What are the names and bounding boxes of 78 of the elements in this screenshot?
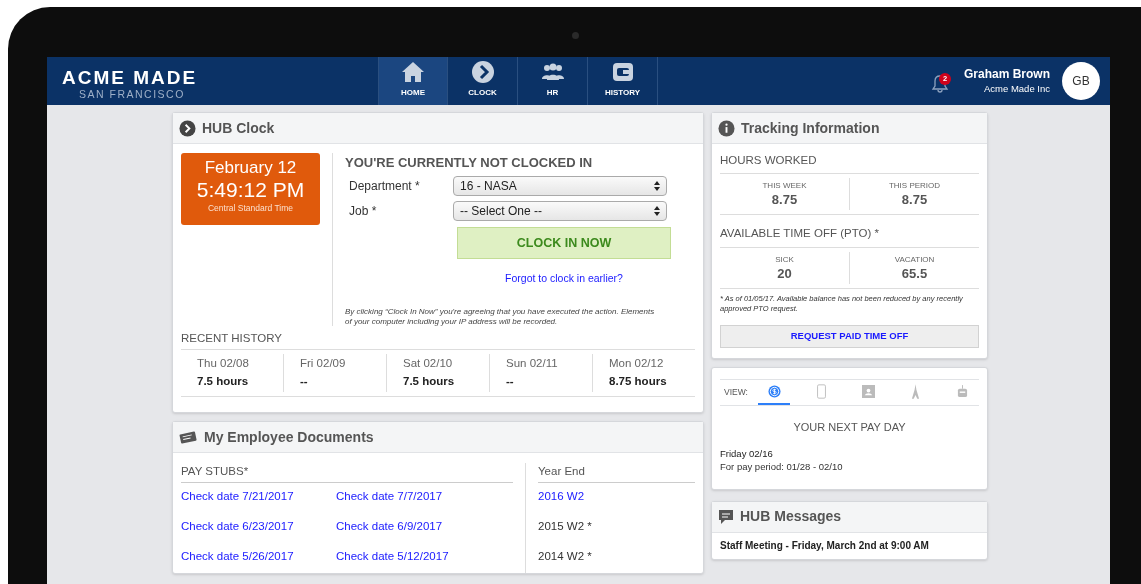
clock-status-heading: YOU'RE CURRENTLY NOT CLOCKED IN [345,154,594,171]
updown-caret-icon [654,181,660,191]
panel-title: HUB Messages [740,507,842,526]
pay-stub-link[interactable]: Check date 6/23/2017 [181,517,336,534]
pay-day-heading: YOUR NEXT PAY DAY [792,419,907,435]
clock-date: February 12 [204,157,297,178]
panel-title: My Employee Documents [204,427,374,447]
view-label: VIEW: [723,385,749,399]
dollar-coin-icon [767,384,781,398]
info-icon [718,119,735,137]
brand-subtitle: SAN FRANCISCO [78,88,186,100]
history-day: Mon 02/12 [609,355,695,372]
section-heading: HOURS WORKED [720,152,979,175]
history-hours: -- [506,374,515,390]
speech-bubble-icon [718,508,734,525]
clock-time: 5:49:12 PM [196,178,305,202]
user-avatar[interactable]: GB [1062,62,1100,100]
tower-icon [911,383,921,399]
nav-tab[interactable]: CLOCK [448,57,518,105]
stat-value: 8.75 [901,192,928,209]
stat-value: 8.75 [771,192,798,209]
wallet-icon [610,60,635,84]
w2-item: 2014 W2 * [538,548,592,564]
robot-icon [957,384,969,398]
panel-title: Tracking Information [741,118,880,138]
panel-title: HUB Clock [202,118,275,138]
history-day: Sat 02/10 [403,355,489,372]
request-pto-button[interactable]: REQUEST PAID TIME OFF [720,324,979,348]
stat-label: VACATION [894,253,935,266]
chevron-circle-icon [470,60,495,84]
forgot-clock-in-link[interactable]: Forgot to clock in earlier? [505,272,623,284]
bell-icon [930,74,950,94]
ticket-icon [179,430,198,444]
contact-card-icon [861,384,875,398]
pay-stub-link[interactable]: Check date 7/7/2017 [336,487,513,504]
nav-tab[interactable]: HISTORY [588,57,658,105]
field-label: Department * [348,178,421,195]
pay-stub-link[interactable]: Check date 5/12/2017 [336,547,513,564]
stat-label: SICK [775,253,794,266]
updown-caret-icon [654,206,660,216]
section-heading: RECENT HISTORY [181,330,695,351]
pay-stub-link[interactable]: Check date 7/21/2017 [181,487,336,504]
clock-in-button[interactable]: CLOCK IN NOW [457,227,671,259]
camera-icon [572,32,579,39]
select-field[interactable]: -- Select One -- [453,201,667,221]
history-hours: 7.5 hours [403,374,456,390]
chevron-circle-icon [179,119,196,137]
section-heading: PAY STUBS* [181,463,513,483]
w2-link[interactable]: 2016 W2 [538,487,585,504]
user-name: Graham Brown [964,67,1050,82]
stat-value: 65.5 [901,265,928,282]
stat-label: THIS WEEK [762,180,807,193]
phone-icon [816,383,826,399]
nav-tab[interactable]: HOME [378,57,448,105]
house-icon [401,60,425,84]
history-day: Fri 02/09 [300,355,386,372]
field-label: Job * [348,203,378,220]
history-day: Sun 02/11 [506,355,592,372]
company-name: Acme Made Inc [984,82,1050,95]
section-heading: Year End [538,463,695,483]
pay-stub-link[interactable]: Check date 6/9/2017 [336,517,513,534]
pay-day-date: Friday 02/16 [720,447,774,460]
w2-item: 2015 W2 * [538,518,592,534]
nav-tab[interactable]: HR [518,57,588,105]
pay-period: For pay period: 01/28 - 02/10 [720,460,844,473]
message-item[interactable]: Staff Meeting - Friday, March 2nd at 9:00 AM [720,537,979,553]
history-hours: 7.5 hours [197,374,250,390]
select-field[interactable]: 16 - NASA [453,176,667,196]
stat-value: 20 [777,265,792,282]
history-hours: 8.75 hours [609,374,668,390]
history-hours: -- [300,374,309,390]
pay-stub-link[interactable]: Check date 5/26/2017 [181,547,336,564]
stat-label: THIS PERIOD [888,180,941,193]
clock-timezone: Central Standard Time [207,202,293,214]
brand-logo: ACME MADE [62,68,199,88]
clock-disclaimer: By clicking “Clock In Now” you're agreeing that you have executed the action. Elements of your computer including your IP address will be recorded. [345,307,655,327]
section-heading: AVAILABLE TIME OFF (PTO) * [720,225,979,248]
history-day: Thu 02/08 [197,355,283,372]
